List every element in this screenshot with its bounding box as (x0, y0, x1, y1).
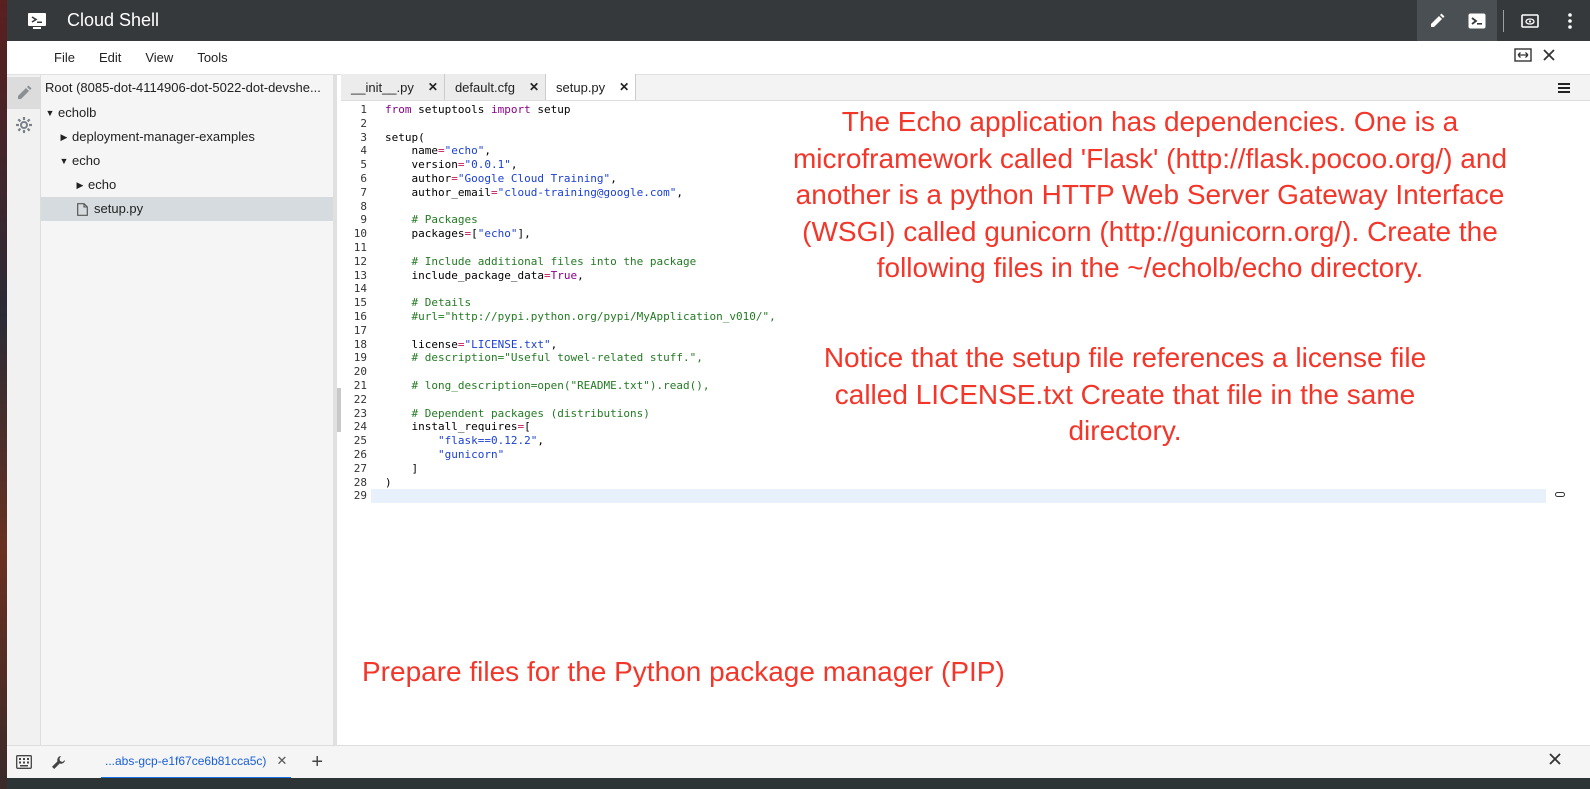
pencil-icon[interactable] (7, 77, 41, 109)
editor-menu-icon[interactable] (1558, 81, 1570, 99)
menu-edit[interactable]: Edit (99, 50, 121, 65)
tab-setup-py[interactable]: setup.py ✕ (546, 74, 637, 100)
file-tree: Root (8085-dot-4114906-dot-5022-dot-devs… (41, 75, 337, 745)
edit-icon[interactable] (1417, 0, 1457, 41)
code-line: 15 # Details (353, 296, 472, 310)
more-vert-icon[interactable] (1550, 0, 1590, 41)
tree-node-echo-folder[interactable]: ▼ echo (41, 149, 333, 173)
web-preview-icon[interactable] (1510, 0, 1550, 41)
title-bar: Cloud Shell (7, 0, 1590, 41)
tree-node-label: deployment-manager-examples (72, 129, 255, 144)
tree-node-echolb[interactable]: ▼ echolb (41, 101, 333, 125)
toolbar-divider (1503, 9, 1504, 32)
editor-tabs: __init__.py ✕ default.cfg ✕ setup.py ✕ (341, 74, 1590, 101)
tab-label: setup.py (556, 79, 606, 95)
code-line: 27 ] (353, 461, 419, 475)
expanded-arrow-icon[interactable]: ▼ (59, 149, 69, 173)
file-icon (77, 202, 88, 216)
expand-horizontal-icon[interactable] (1514, 48, 1532, 67)
add-tab-icon[interactable]: + (311, 751, 323, 774)
tab-init-py[interactable]: __init__.py ✕ (341, 74, 445, 100)
annotation-license: Notice that the setup file references a … (823, 342, 1427, 447)
cloud-shell-icon (7, 0, 67, 41)
close-terminal-icon[interactable] (1548, 752, 1562, 771)
cloud-shell-window: Cloud Shell File Edit View Tools Root (8… (7, 0, 1590, 789)
code-line: 28) (353, 475, 392, 489)
close-editor-icon[interactable] (1542, 48, 1556, 67)
menu-file[interactable]: File (54, 50, 75, 65)
keyboard-icon[interactable] (7, 746, 41, 779)
app-title: Cloud Shell (67, 10, 160, 30)
tree-node-echo-subfolder[interactable]: ▶ echo (41, 173, 333, 197)
scrollbar-marker[interactable] (1555, 492, 1565, 497)
activity-rail (7, 75, 41, 745)
code-line: 17 (353, 323, 367, 337)
tree-node-label: echo (88, 177, 117, 192)
tree-root[interactable]: Root (8085-dot-4114906-dot-5022-dot-devs… (41, 75, 333, 101)
settings-gear-icon[interactable] (7, 109, 41, 141)
terminal-tab-label: ...abs-gcp-e1f67ce6b81cca5c) (105, 754, 267, 768)
menu-view[interactable]: View (145, 50, 173, 65)
tree-node-setup-py[interactable]: setup.py (41, 197, 333, 221)
collapsed-arrow-icon[interactable]: ▶ (59, 125, 69, 149)
terminal-icon[interactable] (1457, 0, 1497, 41)
desktop-edge (0, 0, 7, 789)
annotation-pip: Prepare files for the Python package man… (362, 656, 1005, 687)
tree-node-label: echolb (58, 105, 97, 120)
code-line: 16 #url="http://pypi.python.org/pypi/MyA… (353, 309, 776, 323)
tab-label: __init__.py (351, 79, 414, 95)
wrench-icon[interactable] (41, 746, 75, 779)
tree-node-label: setup.py (94, 201, 144, 216)
tree-node-label: echo (72, 153, 101, 168)
tree-node-deployment-manager-examples[interactable]: ▶ deployment-manager-examples (41, 125, 333, 149)
close-tab-icon[interactable]: ✕ (276, 753, 287, 769)
code-line-current: 29 (341, 489, 1590, 504)
terminal-tab-bar: ...abs-gcp-e1f67ce6b81cca5c) ✕ + (7, 745, 1590, 779)
menu-tools[interactable]: Tools (197, 50, 227, 65)
tab-default-cfg[interactable]: default.cfg ✕ (444, 74, 547, 100)
menu-bar: File Edit View Tools (7, 41, 1590, 75)
tab-close-icon[interactable]: ✕ (529, 80, 539, 94)
annotation-dependencies: The Echo application has dependencies. O… (792, 106, 1508, 284)
collapsed-arrow-icon[interactable]: ▶ (75, 173, 85, 197)
tab-close-icon[interactable]: ✕ (619, 80, 629, 94)
tab-close-icon[interactable]: ✕ (428, 80, 438, 94)
expanded-arrow-icon[interactable]: ▼ (45, 101, 55, 125)
code-line: 26 "gunicorn" (353, 447, 505, 461)
tab-label: default.cfg (454, 79, 515, 95)
window-bottom-edge (7, 778, 1590, 789)
terminal-session-tab[interactable]: ...abs-gcp-e1f67ce6b81cca5c) ✕ (101, 746, 292, 779)
